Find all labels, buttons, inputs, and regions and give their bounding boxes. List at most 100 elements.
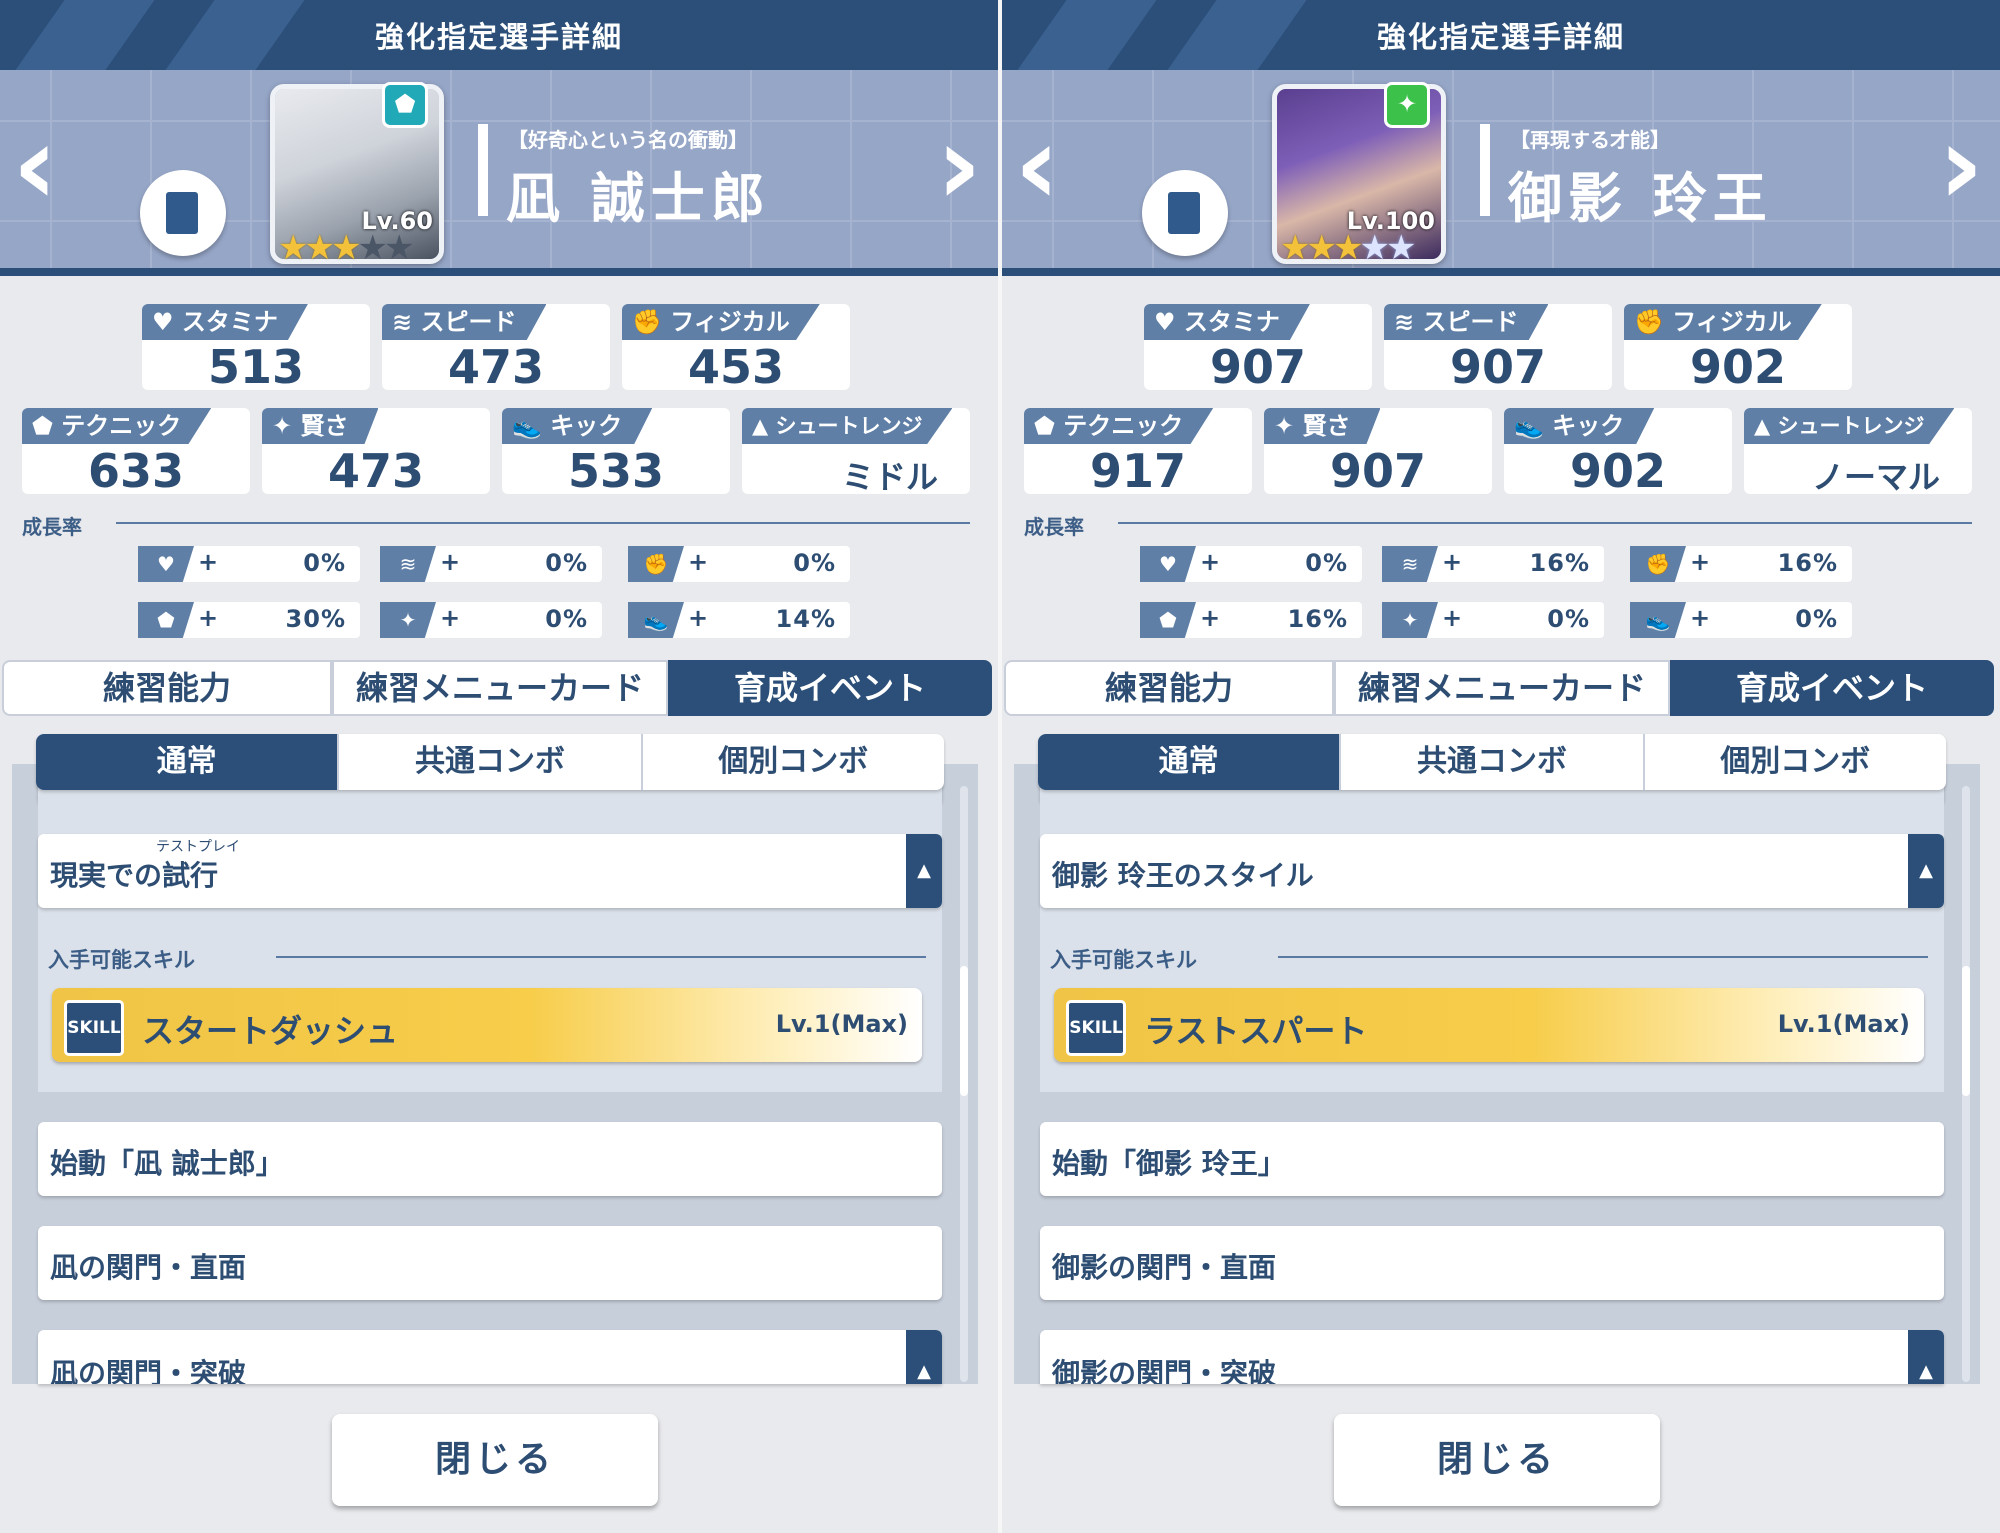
growth-value: 16%: [1529, 549, 1590, 577]
star-filled-icon: ★: [1306, 228, 1337, 268]
event-label: 始動「凪 誠士郎」: [50, 1147, 284, 1180]
subtab-individual-combo[interactable]: 個別コンボ: [1642, 734, 1946, 790]
stat-shoot-range: ▲ シュートレンジ ミドル: [742, 408, 970, 496]
star-empty-icon: ★: [383, 228, 415, 268]
subtab-common-combo[interactable]: 共通コンボ: [1339, 734, 1642, 790]
stat-shoot-range-label: ▲ シュートレンジ: [742, 408, 953, 444]
list-item[interactable]: 始動「凪 誠士郎」: [38, 1122, 942, 1196]
stat-speed-value: 907: [1449, 340, 1547, 394]
heart-icon: ♥: [138, 546, 194, 582]
pentagon-icon: ⬟: [1140, 602, 1196, 638]
sparkle-icon: ✦: [380, 602, 436, 638]
fist-icon: ✊: [1630, 546, 1686, 582]
growth-rate-item: ✊ +0%: [628, 546, 850, 582]
event-subtabs: 通常 共通コンボ 個別コンボ: [36, 734, 944, 790]
growth-plus: +: [1200, 548, 1221, 576]
star-filled-icon: ★: [278, 228, 309, 268]
event-ruby: テストプレイ: [156, 839, 240, 855]
stat-physical: ✊ フィジカル 453: [622, 304, 850, 394]
growth-value: 16%: [1777, 549, 1838, 577]
stat-wisdom: ✦ 賢さ 907: [1264, 408, 1492, 498]
skill-card[interactable]: SKILL ラストスパート Lv.1(Max): [1054, 988, 1924, 1062]
star-empty-icon: ★: [1385, 228, 1417, 268]
subtab-normal[interactable]: 通常: [36, 734, 338, 790]
next-character-arrow-icon[interactable]: ›: [924, 110, 994, 230]
pentagon-icon: ⬟: [138, 602, 194, 638]
runner-icon: ≋: [380, 546, 436, 582]
stat-stamina-value: 513: [207, 340, 305, 394]
list-item-expanded[interactable]: テストプレイ 現実での試行 ▲: [38, 834, 942, 908]
prev-character-arrow-icon[interactable]: ‹: [1002, 110, 1072, 230]
prev-character-arrow-icon[interactable]: ‹: [0, 110, 70, 230]
stat-technique-value: 633: [87, 444, 185, 498]
growth-plus: +: [1690, 548, 1711, 576]
tab-training-event[interactable]: 育成イベント: [668, 660, 992, 716]
list-item[interactable]: 御影の関門・直面: [1040, 1226, 1944, 1300]
boot-icon: 👟: [628, 602, 684, 638]
list-scrollbar-thumb[interactable]: [1962, 966, 1970, 1096]
stat-technique-label: ⬟ テクニック: [1024, 408, 1214, 444]
profile-book-button[interactable]: [1142, 170, 1228, 256]
growth-value: 0%: [1795, 605, 1838, 633]
stat-kick-value: 902: [1569, 444, 1667, 498]
tab-practice-ability[interactable]: 練習能力: [1004, 660, 1334, 716]
growth-plus: +: [1690, 604, 1711, 632]
growth-value: 0%: [303, 549, 346, 577]
banner-border: [1002, 268, 2000, 276]
growth-rate-item: ✊ +16%: [1630, 546, 1852, 582]
fist-icon: ✊: [628, 546, 684, 582]
character-epithet: 【再現する才能】: [1510, 128, 1670, 152]
tab-practice-menu-card[interactable]: 練習メニューカード: [1334, 660, 1670, 716]
event-label: 凪の関門・直面: [50, 1251, 247, 1284]
list-scrollbar-thumb[interactable]: [960, 966, 968, 1096]
stat-physical-value: 453: [687, 340, 785, 394]
growth-value: 0%: [545, 605, 588, 633]
growth-rate-item: ♥ +0%: [138, 546, 360, 582]
stat-technique: ⬟ テクニック 633: [22, 408, 250, 498]
subtab-normal[interactable]: 通常: [1038, 734, 1340, 790]
list-item[interactable]: 始動「御影 玲王」: [1040, 1122, 1944, 1196]
list-item[interactable]: 凪の関門・直面: [38, 1226, 942, 1300]
next-character-arrow-icon[interactable]: ›: [1926, 110, 1996, 230]
growth-rate-item: ⬟ +16%: [1140, 602, 1362, 638]
skill-icon: SKILL: [1066, 1000, 1126, 1056]
collapse-arrow-icon[interactable]: ▲: [1908, 834, 1944, 908]
stat-physical-value: 902: [1689, 340, 1787, 394]
subtab-individual-combo[interactable]: 個別コンボ: [640, 734, 944, 790]
star-empty-icon: ★: [1359, 228, 1390, 268]
available-skill-divider: [276, 956, 926, 958]
close-button[interactable]: 閉じる: [1334, 1414, 1660, 1506]
profile-book-button[interactable]: [140, 170, 226, 256]
growth-plus: +: [1200, 604, 1221, 632]
stat-wisdom-value: 907: [1329, 444, 1427, 498]
growth-divider: [116, 522, 970, 524]
stat-kick-label: 👟 キック: [502, 408, 653, 444]
growth-value: 0%: [545, 549, 588, 577]
list-item[interactable]: 御影の関門・突破 ▲: [1040, 1330, 1944, 1384]
stat-shoot-range-value: ノーマル: [1811, 458, 1940, 496]
tab-practice-ability[interactable]: 練習能力: [2, 660, 332, 716]
growth-plus: +: [688, 548, 709, 576]
tab-training-event[interactable]: 育成イベント: [1670, 660, 1994, 716]
character-name: 御影 玲王: [1508, 167, 1773, 230]
list-item[interactable]: 凪の関門・突破 ▲: [38, 1330, 942, 1384]
character-name: 凪 誠士郎: [506, 167, 771, 230]
stat-kick-label: 👟 キック: [1504, 408, 1655, 444]
close-button[interactable]: 閉じる: [332, 1414, 658, 1506]
runner-icon: ≋: [1382, 546, 1438, 582]
rarity-stars: ★★★★★: [278, 228, 415, 268]
growth-value: 0%: [1305, 549, 1348, 577]
stat-speed-value: 473: [447, 340, 545, 394]
green-sparkle-icon: ✦: [1384, 82, 1430, 128]
heart-icon: ♥: [1140, 546, 1196, 582]
header-title: 強化指定選手詳細: [374, 20, 623, 54]
expand-arrow-icon[interactable]: ▲: [906, 1330, 942, 1384]
subtab-common-combo[interactable]: 共通コンボ: [337, 734, 640, 790]
growth-plus: +: [1442, 548, 1463, 576]
tab-practice-menu-card[interactable]: 練習メニューカード: [332, 660, 668, 716]
growth-value: 0%: [793, 549, 836, 577]
list-item-expanded[interactable]: 御影 玲王のスタイル ▲: [1040, 834, 1944, 908]
skill-card[interactable]: SKILL スタートダッシュ Lv.1(Max): [52, 988, 922, 1062]
collapse-arrow-icon[interactable]: ▲: [906, 834, 942, 908]
expand-arrow-icon[interactable]: ▲: [1908, 1330, 1944, 1384]
